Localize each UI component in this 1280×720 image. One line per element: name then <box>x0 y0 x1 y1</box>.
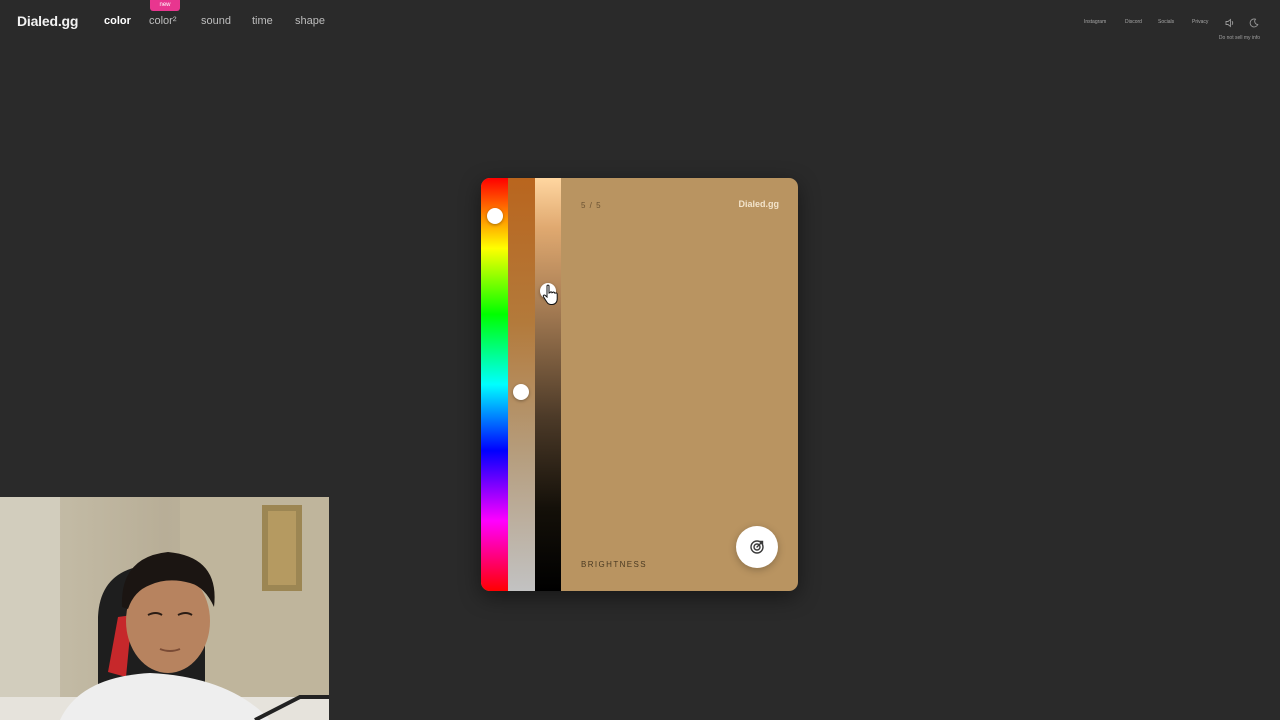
link-instagram[interactable]: Instagram <box>1084 19 1106 25</box>
speaker-icon[interactable] <box>1225 18 1235 28</box>
hue-slider[interactable] <box>481 178 508 591</box>
new-badge: new <box>150 0 180 11</box>
page: Dialed.gg color new color² sound time sh… <box>0 0 1280 720</box>
brightness-slider[interactable] <box>535 178 561 591</box>
top-nav: Dialed.gg color new color² sound time sh… <box>0 0 1280 46</box>
nav-sound[interactable]: sound <box>201 15 231 27</box>
link-discord[interactable]: Discord <box>1125 19 1142 25</box>
site-logo[interactable]: Dialed.gg <box>17 13 78 29</box>
nav-color[interactable]: color <box>104 15 131 27</box>
submit-button[interactable] <box>736 526 778 568</box>
streamer-image <box>0 497 329 720</box>
do-not-sell-link[interactable]: Do not sell my info <box>1219 35 1260 41</box>
round-counter: 5 / 5 <box>581 201 602 210</box>
slider-mode-label: BRIGHTNESS <box>581 560 648 569</box>
card-brand: Dialed.gg <box>738 199 779 209</box>
nav-shape[interactable]: shape <box>295 15 325 27</box>
target-icon <box>750 540 764 554</box>
color-game-card: 5 / 5 Dialed.gg BRIGHTNESS <box>481 178 798 591</box>
moon-icon[interactable] <box>1249 18 1259 28</box>
saturation-handle[interactable] <box>513 384 529 400</box>
nav-time[interactable]: time <box>252 15 273 27</box>
webcam-overlay <box>0 497 329 720</box>
nav-color-squared[interactable]: color² <box>149 15 177 27</box>
hue-handle[interactable] <box>487 208 503 224</box>
hand-cursor-icon <box>542 284 558 305</box>
link-socials[interactable]: Socials <box>1158 19 1174 25</box>
link-privacy[interactable]: Privacy <box>1192 19 1208 25</box>
